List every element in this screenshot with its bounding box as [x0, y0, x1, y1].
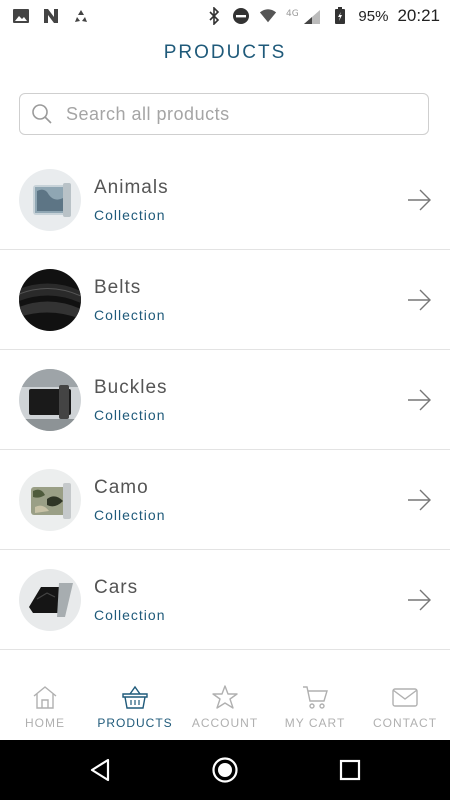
wifi-icon	[259, 7, 277, 25]
product-title: Belts	[94, 276, 142, 298]
list-item-animals[interactable]: Animals Collection	[0, 150, 450, 250]
network-type-label: 4G	[286, 9, 299, 19]
n-logo-icon	[42, 7, 60, 25]
status-bar: 4G 95% 20:21	[0, 0, 450, 32]
product-subtitle: Collection	[94, 206, 166, 223]
product-list: Animals Collection Belts Collection Buck…	[0, 150, 450, 650]
arrow-right-icon[interactable]	[406, 188, 432, 212]
search-icon	[32, 104, 52, 124]
home-button-icon[interactable]	[211, 756, 239, 784]
back-icon[interactable]	[86, 756, 114, 784]
search-box[interactable]	[19, 93, 429, 135]
product-subtitle: Collection	[94, 506, 166, 523]
clock: 20:21	[397, 6, 440, 25]
nav-label: CONTACT	[372, 716, 438, 730]
star-icon	[212, 685, 238, 709]
image-icon	[12, 7, 30, 25]
recycle-icon	[72, 7, 90, 25]
battery-percent: 95%	[358, 7, 389, 25]
recents-icon[interactable]	[336, 756, 364, 784]
belts-thumbnail	[19, 268, 81, 331]
list-item-buckles[interactable]: Buckles Collection	[0, 350, 450, 450]
page-title: PRODUCTS	[163, 42, 287, 63]
arrow-right-icon[interactable]	[406, 288, 432, 312]
mail-icon	[392, 688, 418, 707]
nav-account[interactable]: ACCOUNT	[180, 672, 270, 740]
nav-home[interactable]: HOME	[0, 672, 90, 740]
product-title: Cars	[94, 576, 139, 598]
product-subtitle: Collection	[94, 306, 166, 323]
product-subtitle: Collection	[94, 406, 166, 423]
home-icon	[33, 686, 57, 709]
nav-label: ACCOUNT	[191, 716, 259, 730]
nav-label: HOME	[25, 716, 65, 730]
product-subtitle: Collection	[94, 606, 166, 623]
nav-label: MY CART	[284, 716, 346, 730]
list-item-camo[interactable]: Camo Collection	[0, 450, 450, 550]
bottom-nav: HOME PRODUCTS ACCOUNT MY CART CONTACT	[0, 672, 450, 740]
arrow-right-icon[interactable]	[406, 588, 432, 612]
list-item-belts[interactable]: Belts Collection	[0, 250, 450, 350]
product-title: Animals	[94, 176, 169, 198]
animals-thumbnail	[19, 168, 81, 231]
cart-icon	[303, 686, 328, 709]
arrow-right-icon[interactable]	[406, 488, 432, 512]
battery-icon	[331, 7, 349, 25]
list-item-cars[interactable]: Cars Collection	[0, 550, 450, 650]
buckles-thumbnail	[19, 368, 81, 431]
product-title: Buckles	[94, 376, 168, 398]
bluetooth-icon	[205, 7, 223, 25]
nav-label: PRODUCTS	[97, 716, 173, 730]
search-input[interactable]	[64, 102, 398, 126]
do-not-disturb-icon	[232, 7, 250, 25]
nav-cart[interactable]: MY CART	[270, 672, 360, 740]
arrow-right-icon[interactable]	[406, 388, 432, 412]
signal-icon: 4G	[286, 7, 322, 25]
basket-icon	[122, 685, 148, 709]
nav-contact[interactable]: CONTACT	[360, 672, 450, 740]
cars-thumbnail	[19, 568, 81, 631]
product-title: Camo	[94, 476, 149, 498]
camo-thumbnail	[19, 468, 81, 531]
system-nav-bar	[0, 740, 450, 800]
nav-products[interactable]: PRODUCTS	[90, 672, 180, 740]
